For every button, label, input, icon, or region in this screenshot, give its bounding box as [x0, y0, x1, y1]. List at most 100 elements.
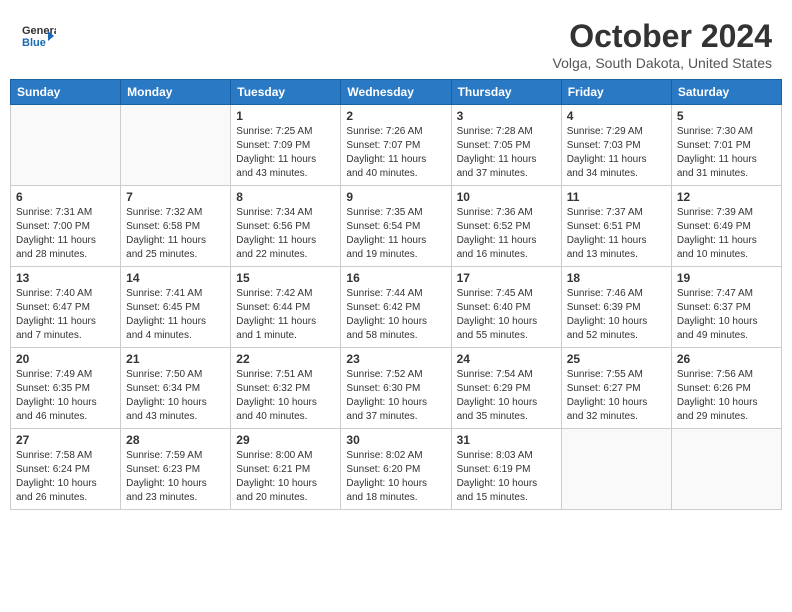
column-header-sunday: Sunday	[11, 80, 121, 105]
day-number: 30	[346, 433, 445, 447]
calendar-cell	[121, 105, 231, 186]
logo: General Blue	[20, 18, 56, 54]
day-info: Sunrise: 7:25 AM Sunset: 7:09 PM Dayligh…	[236, 125, 335, 181]
day-info: Sunrise: 7:42 AM Sunset: 6:44 PM Dayligh…	[236, 287, 335, 343]
logo-icon: General Blue	[20, 18, 56, 54]
calendar-cell: 17 Sunrise: 7:45 AM Sunset: 6:40 PM Dayli…	[451, 267, 561, 348]
calendar-cell: 24 Sunrise: 7:54 AM Sunset: 6:29 PM Dayli…	[451, 348, 561, 429]
calendar-cell: 26Sunrise: 7:56 AM Sunset: 6:26 PM Dayli…	[671, 348, 781, 429]
month-title: October 2024	[553, 18, 772, 55]
day-number: 11	[567, 190, 666, 204]
calendar-cell: 27 Sunrise: 7:58 AM Sunset: 6:24 PM Dayli…	[11, 429, 121, 510]
day-number: 17	[457, 271, 556, 285]
day-info: Sunrise: 7:32 AM Sunset: 6:58 PM Dayligh…	[126, 206, 225, 262]
day-number: 7	[126, 190, 225, 204]
calendar-cell: 2 Sunrise: 7:26 AM Sunset: 7:07 PM Daylig…	[341, 105, 451, 186]
calendar-cell: 7 Sunrise: 7:32 AM Sunset: 6:58 PM Daylig…	[121, 186, 231, 267]
column-header-saturday: Saturday	[671, 80, 781, 105]
column-header-thursday: Thursday	[451, 80, 561, 105]
calendar-cell: 1 Sunrise: 7:25 AM Sunset: 7:09 PM Daylig…	[231, 105, 341, 186]
calendar-cell: 16 Sunrise: 7:44 AM Sunset: 6:42 PM Dayli…	[341, 267, 451, 348]
day-info: Sunrise: 8:00 AM Sunset: 6:21 PM Dayligh…	[236, 449, 335, 505]
calendar-cell	[11, 105, 121, 186]
day-info: Sunrise: 8:02 AM Sunset: 6:20 PM Dayligh…	[346, 449, 445, 505]
day-number: 12	[677, 190, 776, 204]
day-number: 28	[126, 433, 225, 447]
day-info: Sunrise: 7:39 AM Sunset: 6:49 PM Dayligh…	[677, 206, 776, 262]
day-info: Sunrise: 7:26 AM Sunset: 7:07 PM Dayligh…	[346, 125, 445, 181]
calendar-cell: 29 Sunrise: 8:00 AM Sunset: 6:21 PM Dayli…	[231, 429, 341, 510]
calendar-cell: 4 Sunrise: 7:29 AM Sunset: 7:03 PM Daylig…	[561, 105, 671, 186]
column-header-monday: Monday	[121, 80, 231, 105]
day-info: Sunrise: 7:29 AM Sunset: 7:03 PM Dayligh…	[567, 125, 666, 181]
day-info: Sunrise: 7:30 AM Sunset: 7:01 PM Dayligh…	[677, 125, 776, 181]
day-number: 5	[677, 109, 776, 123]
calendar-cell: 28 Sunrise: 7:59 AM Sunset: 6:23 PM Dayli…	[121, 429, 231, 510]
calendar-cell: 23 Sunrise: 7:52 AM Sunset: 6:30 PM Dayli…	[341, 348, 451, 429]
day-info: Sunrise: 7:49 AM Sunset: 6:35 PM Dayligh…	[16, 368, 115, 424]
calendar-cell: 14 Sunrise: 7:41 AM Sunset: 6:45 PM Dayli…	[121, 267, 231, 348]
day-info: Sunrise: 7:41 AM Sunset: 6:45 PM Dayligh…	[126, 287, 225, 343]
day-number: 22	[236, 352, 335, 366]
calendar-cell: 19 Sunrise: 7:47 AM Sunset: 6:37 PM Dayli…	[671, 267, 781, 348]
day-number: 15	[236, 271, 335, 285]
day-number: 9	[346, 190, 445, 204]
svg-text:Blue: Blue	[22, 37, 46, 49]
calendar-cell: 25Sunrise: 7:55 AM Sunset: 6:27 PM Dayli…	[561, 348, 671, 429]
calendar-cell: 31Sunrise: 8:03 AM Sunset: 6:19 PM Dayli…	[451, 429, 561, 510]
day-info: Sunrise: 7:47 AM Sunset: 6:37 PM Dayligh…	[677, 287, 776, 343]
calendar-table: SundayMondayTuesdayWednesdayThursdayFrid…	[10, 79, 782, 510]
calendar-cell: 12 Sunrise: 7:39 AM Sunset: 6:49 PM Dayli…	[671, 186, 781, 267]
day-number: 8	[236, 190, 335, 204]
day-info: Sunrise: 7:54 AM Sunset: 6:29 PM Dayligh…	[457, 368, 556, 424]
calendar-cell: 9 Sunrise: 7:35 AM Sunset: 6:54 PM Daylig…	[341, 186, 451, 267]
day-info: Sunrise: 7:45 AM Sunset: 6:40 PM Dayligh…	[457, 287, 556, 343]
location: Volga, South Dakota, United States	[553, 55, 772, 71]
calendar-cell: 22 Sunrise: 7:51 AM Sunset: 6:32 PM Dayli…	[231, 348, 341, 429]
day-number: 20	[16, 352, 115, 366]
day-info: Sunrise: 7:46 AM Sunset: 6:39 PM Dayligh…	[567, 287, 666, 343]
day-number: 29	[236, 433, 335, 447]
day-number: 6	[16, 190, 115, 204]
calendar-cell: 15 Sunrise: 7:42 AM Sunset: 6:44 PM Dayli…	[231, 267, 341, 348]
day-number: 3	[457, 109, 556, 123]
column-header-wednesday: Wednesday	[341, 80, 451, 105]
day-number: 14	[126, 271, 225, 285]
day-info: Sunrise: 7:52 AM Sunset: 6:30 PM Dayligh…	[346, 368, 445, 424]
day-info: Sunrise: 7:35 AM Sunset: 6:54 PM Dayligh…	[346, 206, 445, 262]
day-info: Sunrise: 7:51 AM Sunset: 6:32 PM Dayligh…	[236, 368, 335, 424]
day-info: Sunrise: 7:36 AM Sunset: 6:52 PM Dayligh…	[457, 206, 556, 262]
day-number: 24	[457, 352, 556, 366]
page-header: General Blue October 2024 Volga, South D…	[10, 10, 782, 75]
day-number: 2	[346, 109, 445, 123]
day-info: Sunrise: 7:28 AM Sunset: 7:05 PM Dayligh…	[457, 125, 556, 181]
calendar-cell	[671, 429, 781, 510]
calendar-cell: 6 Sunrise: 7:31 AM Sunset: 7:00 PM Daylig…	[11, 186, 121, 267]
calendar-cell: 18 Sunrise: 7:46 AM Sunset: 6:39 PM Dayli…	[561, 267, 671, 348]
day-info: Sunrise: 7:59 AM Sunset: 6:23 PM Dayligh…	[126, 449, 225, 505]
day-number: 19	[677, 271, 776, 285]
day-info: Sunrise: 7:58 AM Sunset: 6:24 PM Dayligh…	[16, 449, 115, 505]
day-number: 13	[16, 271, 115, 285]
calendar-cell: 8 Sunrise: 7:34 AM Sunset: 6:56 PM Daylig…	[231, 186, 341, 267]
day-info: Sunrise: 7:37 AM Sunset: 6:51 PM Dayligh…	[567, 206, 666, 262]
day-number: 4	[567, 109, 666, 123]
calendar-cell: 3 Sunrise: 7:28 AM Sunset: 7:05 PM Daylig…	[451, 105, 561, 186]
day-number: 1	[236, 109, 335, 123]
calendar-cell: 30 Sunrise: 8:02 AM Sunset: 6:20 PM Dayli…	[341, 429, 451, 510]
day-info: Sunrise: 7:31 AM Sunset: 7:00 PM Dayligh…	[16, 206, 115, 262]
calendar-cell: 13Sunrise: 7:40 AM Sunset: 6:47 PM Dayli…	[11, 267, 121, 348]
day-info: Sunrise: 7:34 AM Sunset: 6:56 PM Dayligh…	[236, 206, 335, 262]
day-number: 23	[346, 352, 445, 366]
day-info: Sunrise: 7:50 AM Sunset: 6:34 PM Dayligh…	[126, 368, 225, 424]
day-number: 10	[457, 190, 556, 204]
column-header-friday: Friday	[561, 80, 671, 105]
day-number: 18	[567, 271, 666, 285]
day-info: Sunrise: 7:44 AM Sunset: 6:42 PM Dayligh…	[346, 287, 445, 343]
day-number: 21	[126, 352, 225, 366]
day-number: 16	[346, 271, 445, 285]
day-number: 27	[16, 433, 115, 447]
day-info: Sunrise: 8:03 AM Sunset: 6:19 PM Dayligh…	[457, 449, 556, 505]
calendar-cell: 11 Sunrise: 7:37 AM Sunset: 6:51 PM Dayli…	[561, 186, 671, 267]
calendar-cell: 20 Sunrise: 7:49 AM Sunset: 6:35 PM Dayli…	[11, 348, 121, 429]
